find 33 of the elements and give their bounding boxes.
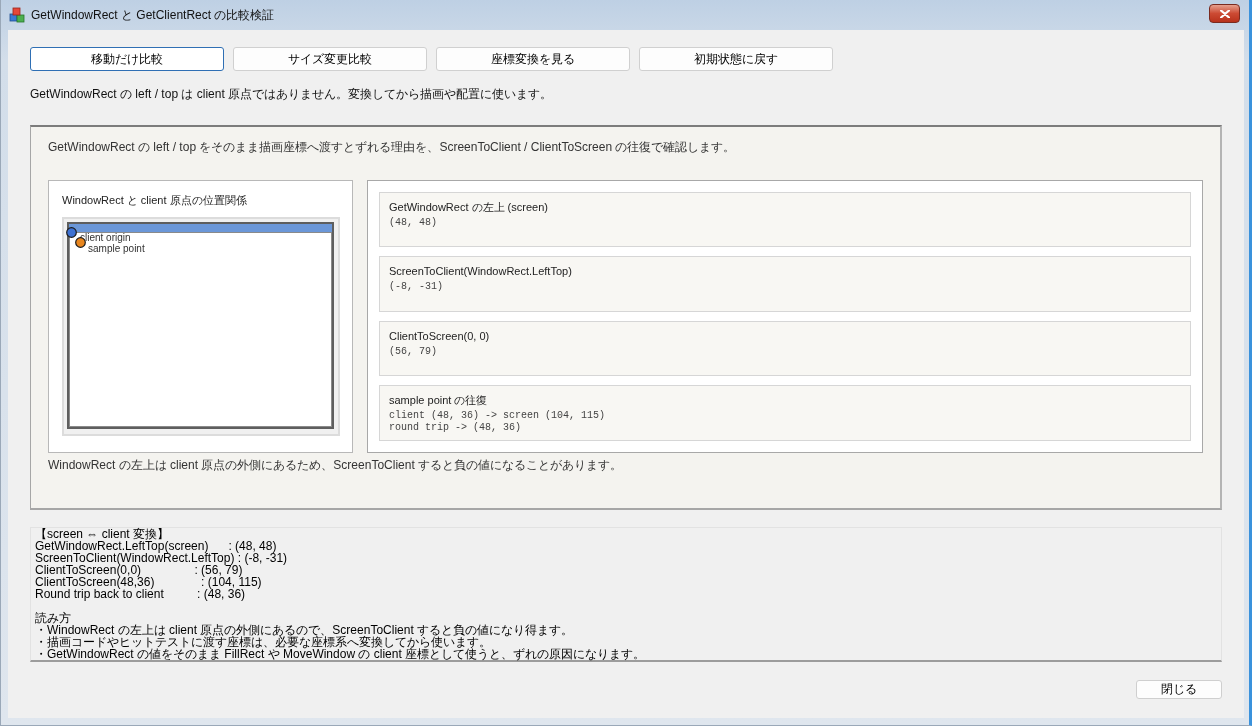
card-title: ClientToScreen(0, 0) — [389, 328, 491, 343]
card-value: (48, 48) — [389, 217, 438, 229]
close-button[interactable] — [1209, 4, 1240, 23]
report-line: ClientToScreen(0,0) : (56, 79) — [35, 564, 243, 576]
cubes-icon — [9, 7, 25, 23]
report-line: Round trip back to client : (48, 36) — [35, 588, 246, 600]
diagram-title: WindowRect と client 原点の位置関係 — [62, 193, 248, 207]
card-title: ScreenToClient(WindowRect.LeftTop) — [389, 264, 573, 279]
report-line: GetWindowRect.LeftTop(screen) : (48, 48) — [35, 540, 277, 552]
card-value: client (48, 36) -> screen (104, 115) — [389, 410, 607, 422]
card-title: GetWindowRect の左上 (screen) — [389, 200, 549, 214]
card-value: round trip -> (48, 36) — [389, 422, 523, 434]
close-dialog-button[interactable]: 閉じる — [1136, 680, 1222, 699]
mode-button[interactable]: 座標変換を見る — [436, 47, 630, 71]
mode-button[interactable]: 初期状態に戻す — [639, 47, 833, 71]
report-line: ScreenToClient(WindowRect.LeftTop) : (-8, -31) — [35, 552, 289, 564]
note-line: ・描画コードやヒットテストに渡す座標は、必要な座標系へ変換してから使います。 — [35, 636, 492, 648]
note-line: ・WindowRect の左上は client 原点の外側にあるので、ScreenToClient すると負の値になり得ます。 — [35, 624, 575, 636]
close-icon — [1219, 9, 1230, 18]
card-value: (-8, -31) — [389, 281, 444, 294]
window-title: GetWindowRect と GetClientRect の比較検証 — [31, 6, 275, 24]
notes-title: 読み方 — [35, 612, 72, 624]
description-text: GetWindowRect の left / top をそのまま描画座標へ渡すとずれる理由を、ScreenToClient / ClientToScreen の往復で確認します。 — [48, 140, 737, 154]
mode-button[interactable]: 移動だけ比較 — [30, 47, 224, 71]
report-heading: 【screen ⇔ client 変換】 — [35, 528, 171, 540]
marker-label: sample point — [88, 243, 145, 254]
card-title: sample point の往復 — [389, 393, 489, 407]
report-line: ClientToScreen(48,36) : (104, 115) — [35, 576, 263, 588]
footnote-text: WindowRect の左上は client 原点の外側にあるため、ScreenToClient すると負の値になることがあります。 — [48, 458, 624, 472]
hint-text: GetWindowRect の left / top は client 原点ではありません。変換してから描画や配置に使います。 — [30, 87, 554, 101]
note-line: ・GetWindowRect の値をそのまま FillRect や MoveWindow の client 座標として使うと、ずれの原因になります。 — [35, 648, 647, 660]
mode-button[interactable]: サイズ変更比較 — [233, 47, 427, 71]
card-value: (56, 79) — [389, 345, 438, 358]
